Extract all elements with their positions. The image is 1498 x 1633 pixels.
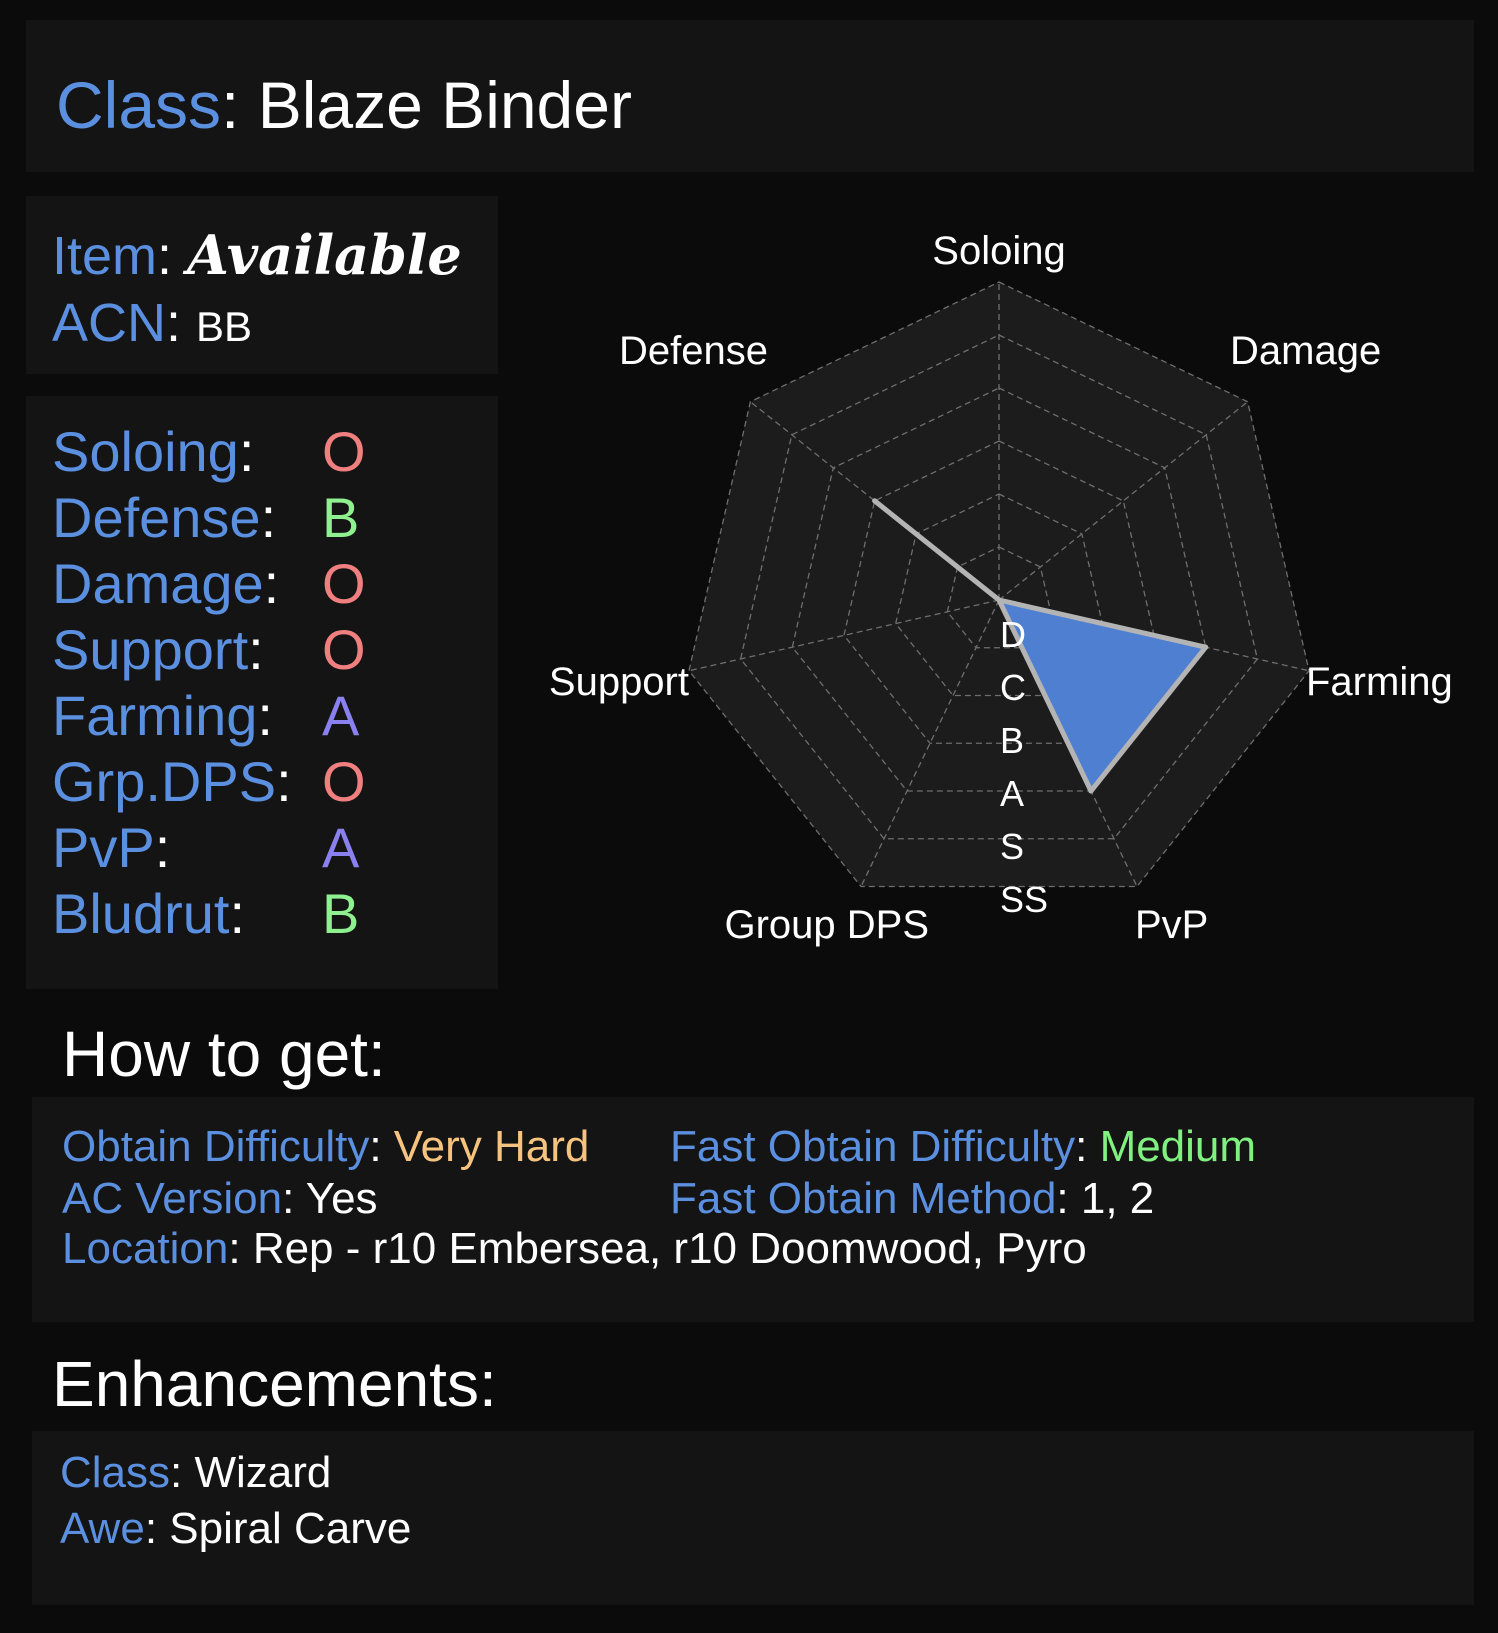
ac-version-label: AC Version xyxy=(62,1174,283,1223)
grade-value: O xyxy=(322,750,366,813)
grade-value: A xyxy=(322,816,360,879)
grade-label: PvP xyxy=(52,816,155,879)
grade-label: Grp.DPS xyxy=(52,750,277,813)
fast-obtain-difficulty-row: Fast Obtain Difficulty: Medium xyxy=(670,1122,1257,1171)
fast-obtain-method-label: Fast Obtain Method xyxy=(670,1174,1057,1223)
how-to-get-heading: How to get: xyxy=(62,1018,386,1090)
radar-axis-label: Soloing xyxy=(932,229,1065,273)
how-to-get-panel: Obtain Difficulty: Very Hard Fast Obtain… xyxy=(32,1097,1474,1322)
fast-obtain-difficulty-value: Medium xyxy=(1099,1122,1257,1171)
enhancement-awe-value: Spiral Carve xyxy=(169,1504,412,1553)
radar-scale-label: SS xyxy=(1000,879,1048,920)
grade-value: B xyxy=(322,882,360,945)
radar-data-point xyxy=(1088,788,1094,794)
ac-version-row: AC Version: Yes xyxy=(62,1174,378,1223)
radar-data-point xyxy=(996,597,1002,603)
grade-value: O xyxy=(322,420,366,483)
enhancements-heading: Enhancements: xyxy=(52,1348,497,1420)
radar-scale-label: D xyxy=(1000,614,1026,655)
radar-scale-label: S xyxy=(1000,826,1024,867)
grade-value: O xyxy=(322,618,366,681)
enhancement-class-value: Wizard xyxy=(194,1448,332,1497)
enhancement-awe-label: Awe xyxy=(60,1504,145,1553)
acn-row: ACN: BB xyxy=(52,293,253,353)
item-label: Item xyxy=(52,226,158,286)
radar-chart: DCBASSSSoloingDamageFarmingPvPGroup DPSS… xyxy=(549,229,1453,947)
radar-axis-label: Damage xyxy=(1230,329,1381,373)
grade-row-soloing: Soloing: O xyxy=(52,420,366,483)
grade-row-support: Support: O xyxy=(52,618,366,681)
enhancement-awe-row: Awe: Spiral Carve xyxy=(60,1504,412,1553)
radar-scale-label: C xyxy=(1000,667,1026,708)
radar-axis-label: Farming xyxy=(1306,660,1453,704)
obtain-difficulty-value: Very Hard xyxy=(393,1122,590,1171)
radar-axis-label: Defense xyxy=(619,329,768,373)
class-label: Class xyxy=(56,68,222,142)
grade-row-defense: Defense: B xyxy=(52,486,360,549)
obtain-difficulty-label: Obtain Difficulty xyxy=(62,1122,370,1171)
grade-row-pvp: PvP: A xyxy=(52,816,360,879)
radar-scale-label: A xyxy=(1000,773,1024,814)
acn-label: ACN xyxy=(52,293,167,353)
enhancement-class-row: Class: Wizard xyxy=(60,1448,332,1497)
radar-axis-label: PvP xyxy=(1135,903,1208,947)
fast-obtain-method-value: 1, 2 xyxy=(1080,1174,1155,1223)
enhancement-class-label: Class xyxy=(60,1448,171,1497)
enhancements-panel: Class: Wizard Awe: Spiral Carve xyxy=(32,1431,1474,1605)
radar-data-point xyxy=(1203,644,1209,650)
grade-label: Defense xyxy=(52,486,261,549)
obtain-difficulty-row: Obtain Difficulty: Very Hard xyxy=(62,1122,590,1171)
location-label: Location xyxy=(62,1224,229,1273)
grade-value: B xyxy=(322,486,360,549)
ac-version-value: Yes xyxy=(305,1174,378,1223)
location-row: Location: Rep - r10 Embersea, r10 Doomwo… xyxy=(62,1224,1087,1273)
radar-data-point xyxy=(872,498,878,504)
title-panel: Class: Blaze Binder xyxy=(26,20,1474,172)
grade-value: O xyxy=(322,552,366,615)
class-title: Class: Blaze Binder xyxy=(56,68,632,142)
location-value: Rep - r10 Embersea, r10 Doomwood, Pyro xyxy=(252,1224,1087,1273)
grade-label: Soloing xyxy=(52,420,239,483)
grade-value: A xyxy=(322,684,360,747)
fast-obtain-difficulty-label: Fast Obtain Difficulty xyxy=(670,1122,1076,1171)
fast-obtain-method-row: Fast Obtain Method: 1, 2 xyxy=(670,1174,1155,1223)
grade-label: Bludrut xyxy=(52,882,230,945)
grade-label: Farming xyxy=(52,684,258,747)
grade-row-farming: Farming: A xyxy=(52,684,360,747)
item-row: Item: Available xyxy=(52,223,462,287)
grade-row-bludrut: Bludrut: B xyxy=(52,882,360,945)
grades-panel: Soloing: O Defense: B Damage: O Support: O F… xyxy=(26,396,498,989)
radar-axis-label: Group DPS xyxy=(724,903,929,947)
item-info-panel: Item: Available ACN: BB xyxy=(26,196,498,374)
radar-scale-label: B xyxy=(1000,720,1024,761)
grade-row-damage: Damage: O xyxy=(52,552,366,615)
radar-axis-label: Support xyxy=(549,660,689,704)
item-availability: Available xyxy=(187,223,462,287)
grade-label: Damage xyxy=(52,552,264,615)
grade-row-grp-dps: Grp.DPS: O xyxy=(52,750,366,813)
class-name: Blaze Binder xyxy=(257,68,632,142)
acn-value: BB xyxy=(196,303,253,350)
grade-label: Support xyxy=(52,618,249,681)
